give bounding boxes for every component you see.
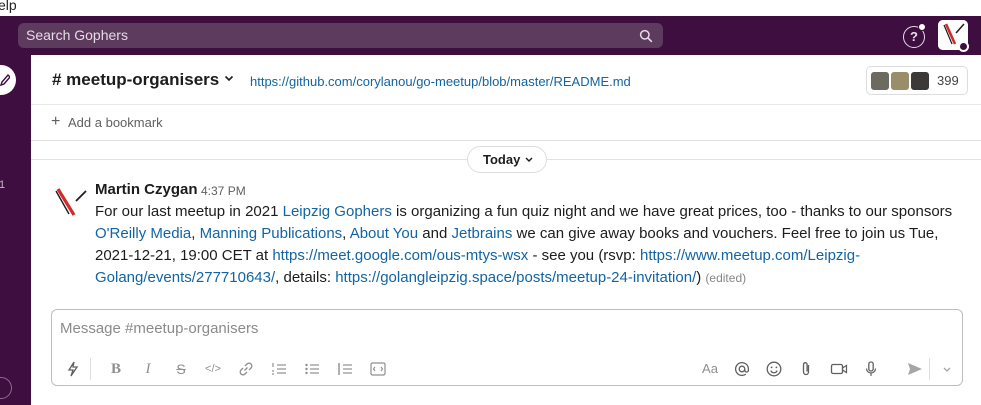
message-link[interactable]: https://golangleipzig.space/posts/meetup… <box>335 269 696 286</box>
channel-topic-link[interactable]: https://github.com/corylanou/go-meetup/b… <box>250 74 631 89</box>
toolbar-divider <box>90 358 91 380</box>
message-text-segment: , details: <box>275 269 336 286</box>
message-text-segment: , <box>191 225 200 242</box>
channel-name[interactable]: # meetup-organisers <box>52 70 219 90</box>
link-icon[interactable] <box>237 360 255 378</box>
app-menubar: elp <box>0 0 981 16</box>
date-divider-label: Today <box>483 152 521 167</box>
bold-button[interactable]: B <box>107 360 125 378</box>
channel-header: # meetup-organisers https://github.com/c… <box>31 55 981 105</box>
bulleted-list-icon[interactable] <box>303 360 321 378</box>
search-placeholder: Search Gophers <box>26 27 128 43</box>
message-input[interactable]: Message #meetup-organisers <box>60 320 258 337</box>
message-text-segment: , <box>342 225 350 242</box>
message-composer[interactable]: Message #meetup-organisers B I S </> Aa <box>51 309 963 386</box>
message-link[interactable]: https://meet.google.com/ous-mtys-wsx <box>272 247 528 264</box>
message-author[interactable]: Martin Czygan <box>95 181 198 198</box>
microphone-icon[interactable] <box>862 360 880 378</box>
message-text-segment: and <box>418 225 452 242</box>
menu-help-partial[interactable]: elp <box>0 0 17 12</box>
search-icon <box>639 29 653 43</box>
ordered-list-icon[interactable] <box>270 360 288 378</box>
members-button[interactable]: 399 <box>866 66 968 95</box>
sidebar: 1 <box>0 55 31 405</box>
chevron-down-icon[interactable] <box>938 360 956 378</box>
toolbar-divider <box>929 358 930 380</box>
message-text-segment: ) <box>696 269 702 286</box>
message-timestamp[interactable]: 4:37 PM <box>201 184 246 198</box>
compose-button[interactable] <box>0 65 16 95</box>
message-link[interactable]: Manning Publications <box>200 225 343 242</box>
code-button[interactable]: </> <box>204 360 222 378</box>
bookmark-bar: + Add a bookmark <box>31 105 981 141</box>
italic-button[interactable]: I <box>139 360 157 378</box>
member-avatar <box>890 71 910 91</box>
date-divider-button[interactable]: Today <box>467 146 547 173</box>
help-notification-dot <box>918 23 926 31</box>
video-icon[interactable] <box>830 360 848 378</box>
member-avatar <box>870 71 890 91</box>
member-count: 399 <box>937 73 959 88</box>
message-link[interactable]: Leipzig Gophers <box>283 203 392 220</box>
message-text: For our last meetup in 2021 Leipzig Goph… <box>95 203 952 286</box>
sidebar-partial-text: 1 <box>0 179 6 191</box>
chevron-down-icon <box>525 157 533 162</box>
huddle-headphones-icon[interactable] <box>0 377 12 399</box>
message-link[interactable]: O'Reilly Media <box>95 225 191 242</box>
app-window: { "menubar": { "text": "elp" }, "search"… <box>0 0 981 405</box>
author-avatar[interactable] <box>52 183 88 219</box>
attachment-icon[interactable] <box>797 360 815 378</box>
member-avatar <box>910 71 930 91</box>
shortcuts-lightning-icon[interactable] <box>64 360 82 378</box>
plus-icon[interactable]: + <box>51 113 60 131</box>
top-bar: Search Gophers ? <box>0 16 981 55</box>
message-text-segment: is organizing a fun quiz night and we ha… <box>391 203 953 220</box>
search-input[interactable]: Search Gophers <box>18 23 663 48</box>
message-text-segment: - see you (rsvp: <box>528 247 640 264</box>
message-link[interactable]: About You <box>350 225 418 242</box>
compose-icon <box>0 73 10 87</box>
message-link[interactable]: Jetbrains <box>451 225 512 242</box>
chevron-down-icon[interactable] <box>224 75 234 83</box>
edited-label: (edited) <box>705 271 747 285</box>
send-icon[interactable] <box>906 360 924 378</box>
add-bookmark-button[interactable]: Add a bookmark <box>68 115 163 130</box>
message-text-segment: For our last meetup in 2021 <box>95 203 283 220</box>
message-body: For our last meetup in 2021 Leipzig Goph… <box>95 201 970 289</box>
emoji-icon[interactable] <box>765 360 783 378</box>
code-block-icon[interactable] <box>369 360 387 378</box>
presence-status-icon <box>958 41 969 52</box>
strikethrough-button[interactable]: S <box>172 360 190 378</box>
mention-icon[interactable] <box>733 360 751 378</box>
blockquote-icon[interactable] <box>336 360 354 378</box>
format-text-button[interactable]: Aa <box>701 360 719 378</box>
